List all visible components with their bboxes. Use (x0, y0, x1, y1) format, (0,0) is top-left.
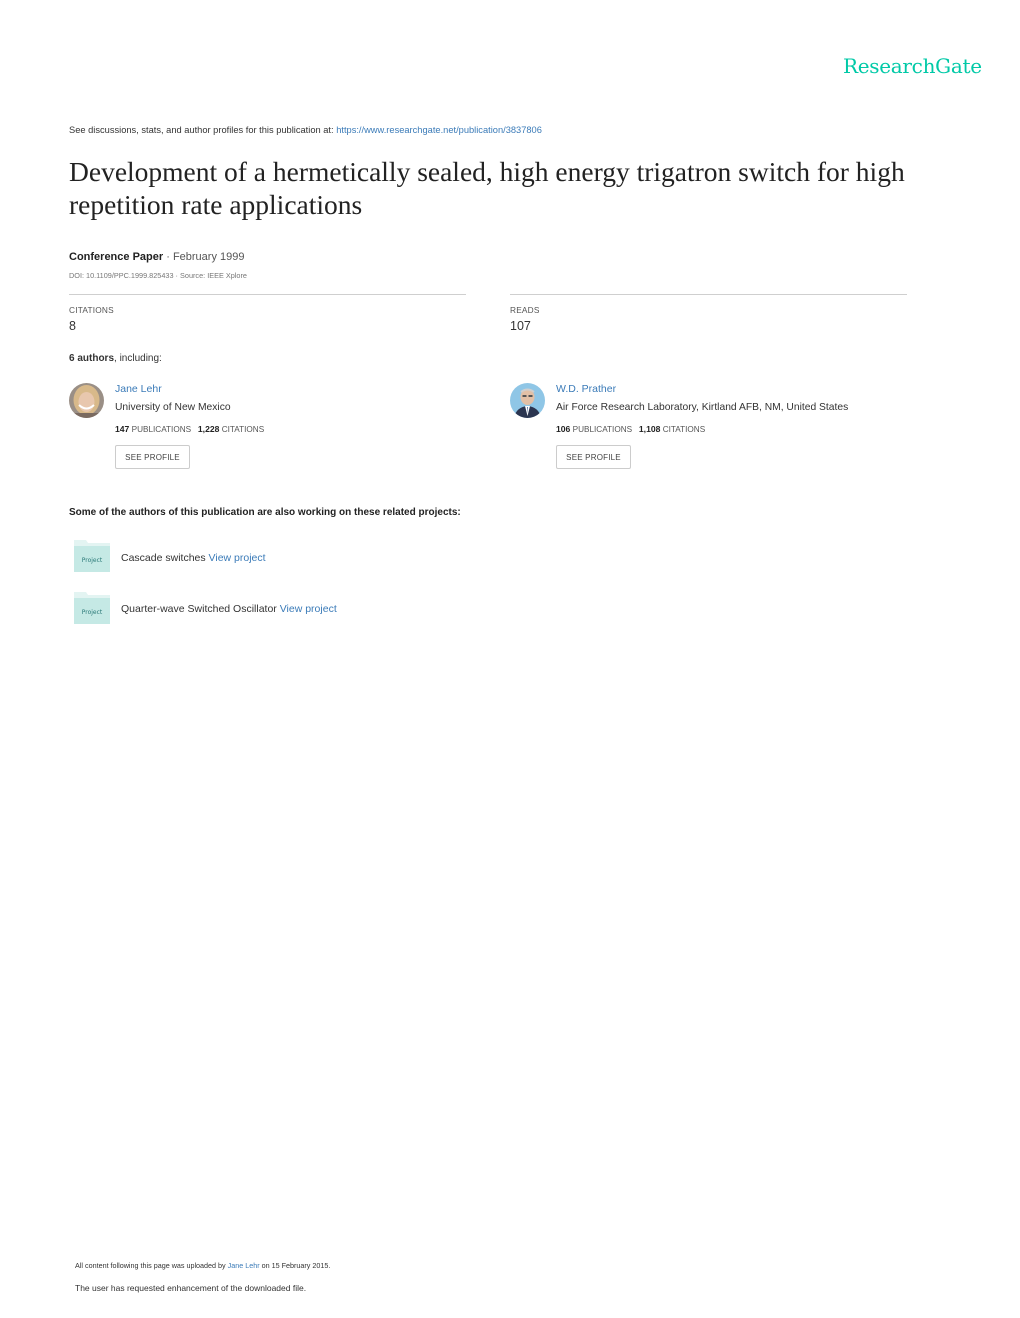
author-citations-label: CITATIONS (221, 425, 265, 434)
intro-text: See discussions, stats, and author profi… (69, 125, 337, 135)
upload-notice: All content following this page was uplo… (75, 1261, 330, 1270)
upload-suffix: on 15 February 2015. (259, 1261, 331, 1270)
uploader-link[interactable]: Jane Lehr (228, 1261, 260, 1270)
researchgate-logo[interactable]: ResearchGate (843, 54, 982, 78)
publication-date: February 1999 (172, 251, 245, 263)
see-profile-button[interactable]: SEE PROFILE (115, 445, 190, 469)
project-icon-label: Project (82, 609, 103, 616)
see-profile-button[interactable]: SEE PROFILE (556, 445, 631, 469)
author-citations-count: 1,108 (638, 424, 661, 434)
project-folder-icon[interactable]: Project (74, 592, 110, 624)
separator: · (163, 251, 173, 263)
reads-divider (510, 294, 907, 295)
citations-value: 8 (69, 319, 76, 333)
related-projects-heading: Some of the authors of this publication … (69, 507, 461, 518)
project-folder-icon[interactable]: Project (74, 540, 110, 572)
author-stats: 147 PUBLICATIONS 1,228 CITATIONS (115, 424, 264, 434)
author-publications-count: 147 (115, 424, 130, 434)
intro-line: See discussions, stats, and author profi… (69, 125, 542, 135)
upload-prefix: All content following this page was uplo… (75, 1261, 228, 1270)
author-avatar[interactable] (510, 383, 545, 418)
reads-value: 107 (510, 319, 531, 333)
project-name: Quarter-wave Switched Oscillator (121, 603, 280, 615)
author-affiliation: University of New Mexico (115, 402, 231, 413)
publication-type-line: Conference Paper · February 1999 (69, 251, 244, 263)
project-icon-label: Project (82, 557, 103, 564)
author-stats: 106 PUBLICATIONS 1,108 CITATIONS (556, 424, 705, 434)
publication-title: Development of a hermetically sealed, hi… (69, 156, 905, 220)
author-publications-label: PUBLICATIONS (572, 425, 633, 434)
avatar-photo-icon (69, 383, 104, 418)
project-item: Cascade switches View project (121, 552, 266, 564)
author-citations-count: 1,228 (197, 424, 220, 434)
citations-label: CITATIONS (69, 305, 114, 315)
author-name-link[interactable]: W.D. Prather (556, 383, 616, 395)
view-project-link[interactable]: View project (209, 552, 266, 564)
authors-count-bold: 6 authors (69, 353, 115, 364)
publication-url-link[interactable]: https://www.researchgate.net/publication… (336, 125, 542, 135)
authors-count-rest: , including: (114, 353, 162, 364)
enhancement-notice: The user has requested enhancement of th… (75, 1283, 307, 1293)
doi-source-line: DOI: 10.1109/PPC.1999.825433 · Source: I… (69, 271, 247, 280)
view-project-link[interactable]: View project (280, 603, 337, 615)
author-publications-count: 106 (556, 424, 571, 434)
author-affiliation: Air Force Research Laboratory, Kirtland … (556, 402, 849, 413)
author-publications-label: PUBLICATIONS (131, 425, 192, 434)
publication-type: Conference Paper (69, 251, 164, 263)
project-item: Quarter-wave Switched Oscillator View pr… (121, 603, 337, 615)
author-citations-label: CITATIONS (662, 425, 706, 434)
citations-divider (69, 294, 466, 295)
author-name-link[interactable]: Jane Lehr (115, 383, 162, 395)
reads-label: READS (510, 305, 540, 315)
author-avatar[interactable] (69, 383, 104, 418)
project-name: Cascade switches (121, 552, 209, 564)
avatar-photo-icon (510, 383, 545, 418)
authors-count: 6 authors, including: (69, 353, 162, 364)
